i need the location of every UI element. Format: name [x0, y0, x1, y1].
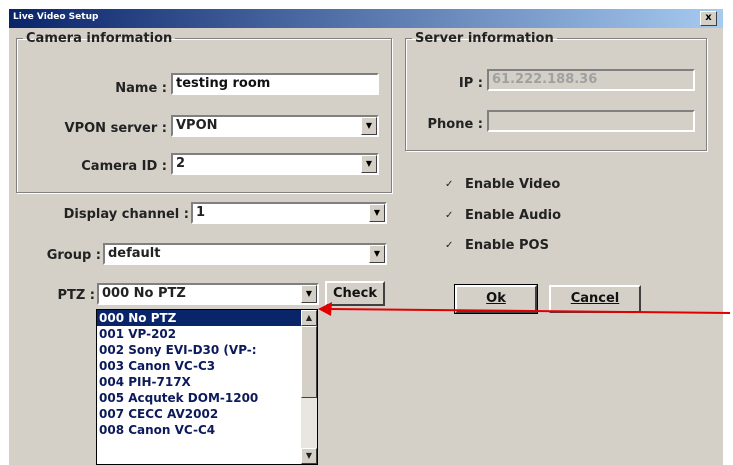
ok-button[interactable]: Ok: [454, 284, 538, 314]
camera-id-label: Camera ID :: [81, 159, 167, 174]
phone-field: [487, 110, 695, 132]
cancel-button-label: Cancel: [570, 291, 620, 306]
enable-audio-label: Enable Audio: [465, 208, 562, 223]
phone-label: Phone :: [427, 117, 483, 132]
checkbox-check-icon[interactable]: ✓: [445, 210, 456, 221]
group-select[interactable]: default ▼: [103, 243, 387, 265]
chevron-down-icon[interactable]: ▼: [361, 117, 377, 135]
ip-label: IP :: [458, 76, 483, 91]
cancel-button[interactable]: Cancel: [549, 285, 641, 313]
name-label: Name :: [115, 81, 167, 96]
enable-video-label: Enable Video: [465, 177, 561, 192]
ptz-value: 000 No PTZ: [102, 286, 186, 301]
ptz-option[interactable]: 000 No PTZ: [97, 310, 317, 326]
ptz-option[interactable]: 008 Canon VC-C4: [97, 422, 317, 438]
ptz-dropdown-list[interactable]: 000 No PTZ 001 VP-202 002 Sony EVI-D30 (…: [96, 309, 318, 465]
camera-information-legend: Camera information: [26, 31, 173, 46]
camera-id-select[interactable]: 2 ▼: [171, 153, 379, 175]
close-icon: x: [705, 12, 712, 23]
chevron-down-icon[interactable]: ▼: [369, 204, 385, 222]
scroll-thumb[interactable]: [301, 326, 317, 398]
ptz-select[interactable]: 000 No PTZ ▼: [97, 283, 319, 305]
vpon-server-value: VPON: [176, 118, 218, 133]
scroll-up-icon[interactable]: ▲: [301, 310, 317, 326]
server-information-legend: Server information: [415, 31, 554, 46]
ptz-option[interactable]: 004 PIH-717X: [97, 374, 317, 390]
display-channel-select[interactable]: 1 ▼: [191, 202, 387, 224]
ptz-option[interactable]: 005 Acqutek DOM-1200: [97, 390, 317, 406]
close-button[interactable]: x: [700, 11, 717, 26]
group-value: default: [108, 246, 161, 261]
vpon-server-label: VPON server :: [64, 121, 167, 136]
chevron-down-icon[interactable]: ▼: [301, 285, 317, 303]
ptz-options: 000 No PTZ 001 VP-202 002 Sony EVI-D30 (…: [97, 310, 317, 438]
chevron-down-icon[interactable]: ▼: [361, 155, 377, 173]
vpon-server-select[interactable]: VPON ▼: [171, 115, 379, 137]
display-channel-value: 1: [196, 205, 206, 220]
check-button[interactable]: Check: [325, 281, 385, 306]
dropdown-scrollbar[interactable]: ▲ ▼: [301, 310, 317, 464]
group-label: Group :: [46, 248, 101, 263]
ptz-option[interactable]: 003 Canon VC-C3: [97, 358, 317, 374]
ptz-option[interactable]: 002 Sony EVI-D30 (VP-:: [97, 342, 317, 358]
scroll-down-icon[interactable]: ▼: [301, 448, 317, 464]
enable-pos-label: Enable POS: [465, 238, 549, 253]
window-title: Live Video Setup: [13, 12, 99, 22]
ok-button-label: Ok: [486, 291, 506, 306]
checkbox-check-icon[interactable]: ✓: [445, 240, 456, 251]
server-information-group: Server information: [405, 31, 707, 151]
title-bar[interactable]: Live Video Setup x: [9, 9, 723, 28]
checkbox-check-icon[interactable]: ✓: [445, 179, 456, 190]
camera-id-value: 2: [176, 156, 186, 171]
ptz-option[interactable]: 007 CECC AV2002: [97, 406, 317, 422]
display-channel-label: Display channel :: [63, 207, 189, 222]
ptz-label: PTZ :: [57, 288, 95, 303]
name-input[interactable]: testing room: [171, 73, 379, 95]
ip-field: 61.222.188.36: [487, 69, 695, 91]
ptz-option[interactable]: 001 VP-202: [97, 326, 317, 342]
chevron-down-icon[interactable]: ▼: [369, 245, 385, 263]
